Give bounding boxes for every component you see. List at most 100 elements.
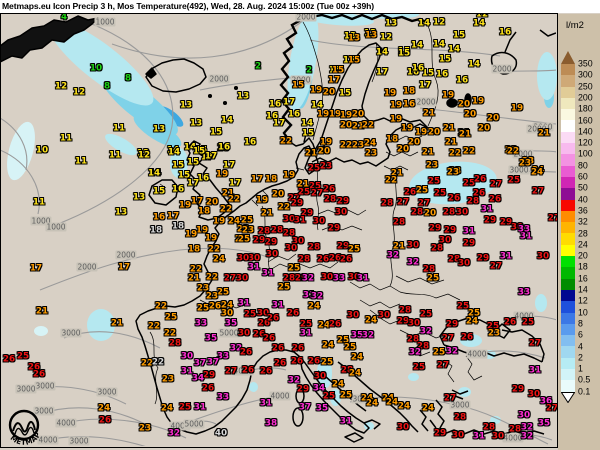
- temp-value-label: 17: [328, 77, 340, 86]
- precip-patch: [408, 373, 419, 381]
- temp-value-label: 26: [263, 335, 275, 344]
- legend-tick-label: 40: [578, 195, 588, 204]
- temp-value-label: 27: [225, 368, 237, 377]
- temp-value-label: 27: [548, 215, 558, 224]
- temp-value-label: 26: [33, 371, 45, 380]
- temp-value-label: 17: [118, 264, 130, 273]
- temp-value-label: 25: [420, 311, 432, 320]
- temp-value-label: 15: [348, 57, 360, 66]
- temp-value-label: 19: [442, 92, 454, 101]
- temp-value-label: 24: [364, 140, 376, 149]
- temp-value-label: 27: [444, 395, 456, 404]
- temp-value-label: 22: [152, 359, 164, 368]
- legend-tick-label: 0.1: [578, 387, 590, 396]
- temp-value-label: 29: [253, 237, 265, 246]
- temp-value-label: 33: [518, 289, 530, 298]
- temp-value-label: 25: [344, 344, 356, 353]
- temp-value-label: 20: [458, 101, 470, 110]
- temp-value-label: 21: [445, 139, 457, 148]
- legend-top-arrow-icon: [561, 51, 575, 64]
- temp-value-label: 30: [456, 209, 468, 218]
- temp-value-label: 12: [433, 19, 445, 28]
- temp-value-label: 31: [262, 270, 274, 279]
- temp-value-label: 24: [332, 381, 344, 390]
- temp-value-label: 38: [265, 420, 277, 429]
- temp-value-label: 21: [423, 110, 435, 119]
- temp-value-label: 16: [412, 65, 424, 74]
- temp-value-label: 14: [301, 120, 313, 129]
- temp-value-label: 28: [399, 307, 411, 316]
- precip-patch: [458, 387, 471, 397]
- legend-color-band: [561, 75, 575, 86]
- temp-value-label: 25: [244, 311, 256, 320]
- temp-value-label: 17: [187, 180, 199, 189]
- temp-value-label: 15: [439, 56, 451, 65]
- temp-value-label: 18: [172, 223, 184, 232]
- temp-value-label: 26: [504, 319, 516, 328]
- temp-value-label: 20: [352, 111, 364, 120]
- temp-value-label: 30: [314, 373, 326, 382]
- temp-value-label: 15: [172, 162, 184, 171]
- temp-value-label: 31: [463, 228, 475, 237]
- temp-value-label: 23: [519, 160, 531, 169]
- temp-value-label: 13: [153, 126, 165, 135]
- temp-value-label: 26: [3, 356, 15, 365]
- contour-height-label: 3000: [96, 388, 117, 397]
- temp-value-label: 24: [386, 399, 398, 408]
- precip-patch: [2, 119, 41, 183]
- temp-value-label: 28: [393, 219, 405, 228]
- contour-height-label: 5000: [183, 420, 204, 429]
- legend-color-band: [561, 143, 575, 154]
- contour-height-label: 2000: [208, 75, 229, 84]
- temp-value-label: 25: [508, 177, 520, 186]
- temp-value-label: 16: [499, 29, 511, 38]
- legend-tick-label: 0.5: [578, 376, 590, 385]
- temp-value-label: 31: [194, 404, 206, 413]
- temp-value-label: 13: [133, 194, 145, 203]
- temp-value-label: 29: [297, 386, 309, 395]
- legend-tick-label: 350: [578, 60, 593, 69]
- temp-value-label: 25: [428, 178, 440, 187]
- temp-value-label: 12: [55, 83, 67, 92]
- temp-value-label: 30: [238, 330, 250, 339]
- temp-value-label: 32: [311, 293, 323, 302]
- temp-value-label: 28: [454, 414, 466, 423]
- temp-value-label: 13: [237, 93, 249, 102]
- temp-value-label: 27: [437, 362, 449, 371]
- temp-value-label: 21: [261, 210, 273, 219]
- legend-tick-label: 1: [578, 365, 583, 374]
- legend-color-band: [561, 301, 575, 312]
- temp-value-label: 30: [378, 312, 390, 321]
- temp-value-label: 25: [179, 404, 191, 413]
- temp-value-label: 14: [221, 117, 233, 126]
- temp-value-label: 32: [387, 252, 399, 261]
- temp-value-label: 30: [397, 424, 409, 433]
- legend-tick-label: 200: [578, 93, 593, 102]
- legend-tick-label: 2: [578, 353, 583, 362]
- temp-value-label: 18: [188, 246, 200, 255]
- temp-value-label: 19: [283, 172, 295, 181]
- legend-color-band: [561, 324, 575, 335]
- temp-value-label: 16: [456, 77, 468, 86]
- temp-value-label: 26: [308, 358, 320, 367]
- temp-value-label: 13: [348, 35, 360, 44]
- legend-color-band: [561, 188, 575, 199]
- temp-value-label: 19: [216, 171, 228, 180]
- temp-value-label: 30: [313, 218, 325, 227]
- temp-value-label: 22: [278, 204, 290, 213]
- temp-value-label: 28: [411, 209, 423, 218]
- temp-value-label: 25: [434, 190, 446, 199]
- temp-value-label: 30: [181, 353, 193, 362]
- temp-value-label: 15: [302, 130, 314, 139]
- temp-value-label: 26: [274, 360, 286, 369]
- temp-value-label: 31: [248, 264, 260, 273]
- legend-tick-label: 300: [578, 71, 593, 80]
- legend-tick-label: 36: [578, 206, 588, 215]
- legend-color-band: [561, 166, 575, 177]
- temp-value-label: 26: [292, 345, 304, 354]
- contour-height-label: 3000: [34, 382, 55, 391]
- legend-tick-label: 120: [578, 139, 593, 148]
- temp-value-label: 16: [436, 71, 448, 80]
- legend-panel: l/m2 35030025020018016014012010080605040…: [558, 14, 600, 450]
- temp-value-label: 32: [362, 332, 374, 341]
